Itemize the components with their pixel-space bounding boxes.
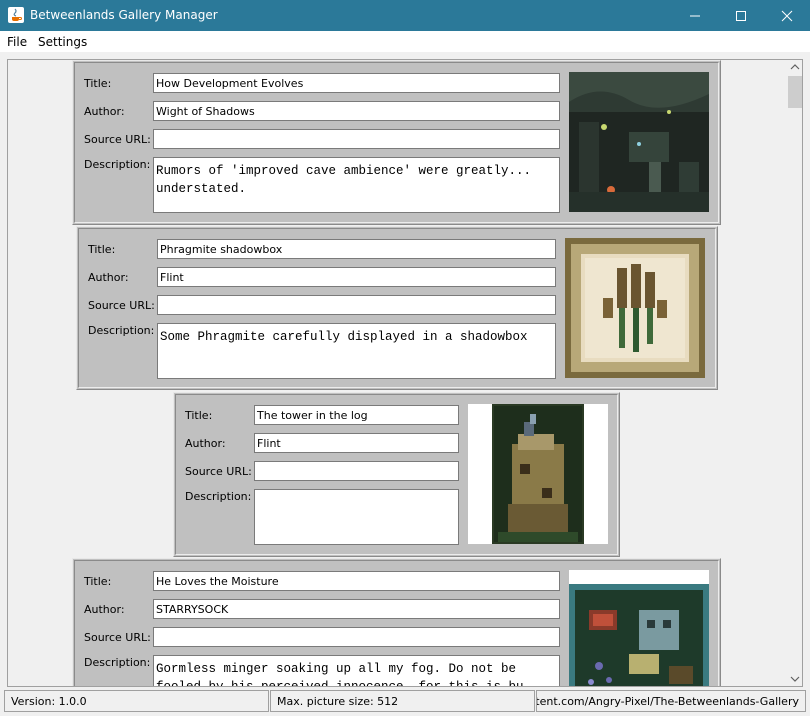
description-label: Description: [185, 490, 252, 503]
phragmite-shadowbox-picture[interactable] [565, 238, 705, 378]
source-url-label: Source URL: [88, 299, 155, 312]
description-label: Description: [84, 158, 151, 171]
title-label: Title: [88, 243, 116, 256]
author-field[interactable]: Flint [157, 267, 556, 287]
maximize-icon [736, 10, 746, 21]
description-field[interactable]: Gormless minger soaking up all my fog. D… [153, 655, 560, 686]
status-bar: Version: 1.0.0 Max. picture size: 512 UR… [0, 690, 810, 716]
menu-bar: File Settings [0, 31, 810, 52]
minimize-button[interactable] [672, 0, 718, 31]
java-app-icon [8, 7, 24, 23]
source-url-field[interactable] [153, 627, 560, 647]
gallery-scroll-pane: Title: How Development Evolves Author: W… [7, 59, 803, 687]
gallery-entry: Title: Phragmite shadowbox Author: Flint… [76, 226, 718, 390]
vertical-scrollbar[interactable] [787, 60, 802, 686]
description-field[interactable] [254, 489, 459, 545]
maximize-button[interactable] [718, 0, 764, 31]
author-field[interactable]: STARRYSOCK [153, 599, 560, 619]
title-label: Title: [84, 575, 112, 588]
close-icon [781, 10, 793, 21]
source-url-label: Source URL: [185, 465, 252, 478]
gallery-entry: Title: How Development Evolves Author: W… [72, 60, 721, 225]
scroll-thumb[interactable] [788, 76, 802, 108]
author-field[interactable]: Wight of Shadows [153, 101, 560, 121]
title-field[interactable]: How Development Evolves [153, 73, 560, 93]
title-bar: Betweenlands Gallery Manager [0, 0, 810, 31]
source-url-label: Source URL: [84, 631, 151, 644]
moisture-creature-picture[interactable] [569, 570, 709, 687]
author-label: Author: [84, 603, 125, 616]
close-button[interactable] [764, 0, 810, 31]
menu-settings[interactable]: Settings [38, 35, 87, 49]
author-field[interactable]: Flint [254, 433, 459, 453]
status-version: Version: 1.0.0 [4, 690, 269, 712]
menu-file[interactable]: File [7, 35, 27, 49]
title-field[interactable]: The tower in the log [254, 405, 459, 425]
scroll-up-arrow-icon[interactable] [790, 64, 800, 70]
author-label: Author: [84, 105, 125, 118]
description-field[interactable]: Rumors of 'improved cave ambience' were … [153, 157, 560, 213]
title-field[interactable]: Phragmite shadowbox [157, 239, 556, 259]
window-title: Betweenlands Gallery Manager [30, 8, 218, 22]
cave-picture[interactable] [569, 72, 709, 212]
source-url-field[interactable] [157, 295, 556, 315]
title-label: Title: [84, 77, 112, 90]
description-label: Description: [84, 656, 151, 669]
gallery-entry: Title: He Loves the Moisture Author: STA… [72, 558, 721, 687]
status-max-picture-size: Max. picture size: 512 [270, 690, 535, 712]
tower-in-log-picture[interactable] [468, 404, 608, 544]
minimize-icon [690, 15, 700, 16]
status-url: URL: https://raw.githubusercontent.com/A… [536, 690, 806, 712]
source-url-label: Source URL: [84, 133, 151, 146]
gallery-entry: Title: The tower in the log Author: Flin… [173, 392, 620, 557]
author-label: Author: [88, 271, 129, 284]
author-label: Author: [185, 437, 226, 450]
title-field[interactable]: He Loves the Moisture [153, 571, 560, 591]
description-field[interactable]: Some Phragmite carefully displayed in a … [157, 323, 556, 379]
title-label: Title: [185, 409, 213, 422]
source-url-field[interactable] [254, 461, 459, 481]
source-url-field[interactable] [153, 129, 560, 149]
scroll-down-arrow-icon[interactable] [790, 676, 800, 682]
description-label: Description: [88, 324, 155, 337]
